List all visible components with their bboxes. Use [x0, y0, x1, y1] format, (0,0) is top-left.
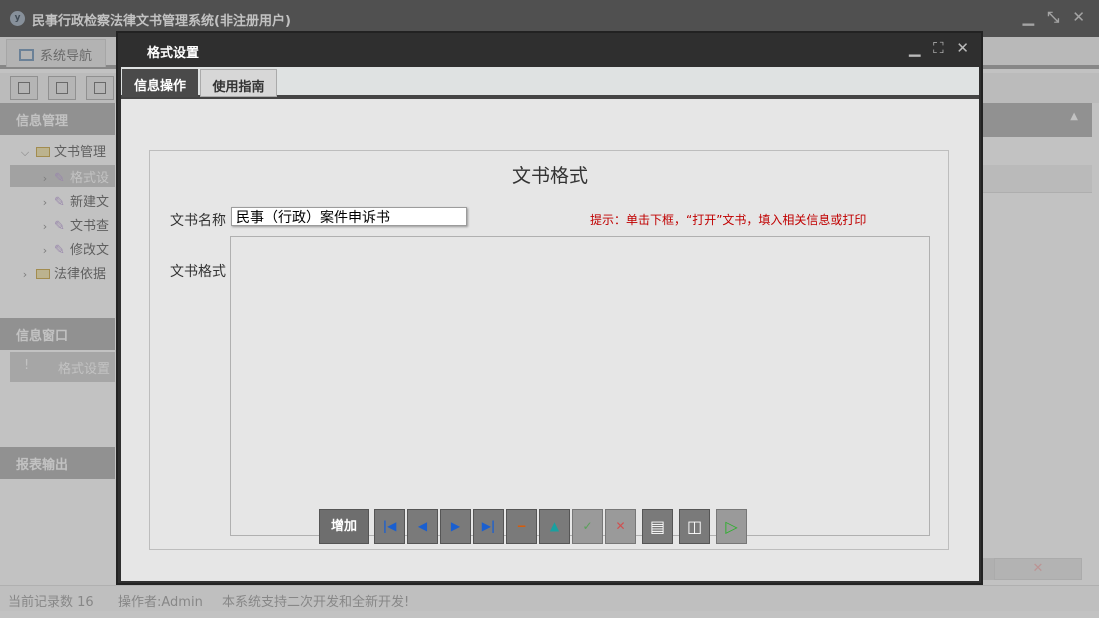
printer-icon: ▤ — [649, 517, 666, 536]
hint-text: 提示：单击下框，“打开”文书，填入相关信息或打印 — [590, 213, 867, 227]
doc-name-label: 文书名称 — [170, 213, 226, 229]
next-record-button[interactable]: ▶ — [440, 509, 471, 544]
tab-info-operations[interactable]: 信息操作 — [122, 69, 198, 97]
first-record-icon: |◀ — [382, 519, 397, 533]
dialog-window-controls[interactable]: ▁ ⛶ ✕ — [909, 39, 973, 57]
doc-name-input[interactable] — [231, 207, 467, 226]
form-heading: 文书格式 — [511, 165, 588, 187]
close-icon: ✕ — [615, 519, 626, 533]
doc-format-form: 文书格式 文书名称 提示：单击下框，“打开”文书，填入相关信息或打印 文书格式 — [149, 150, 949, 550]
last-record-icon: ▶| — [481, 519, 496, 533]
minus-icon: − — [516, 519, 527, 533]
dialog-tabs: 信息操作 使用指南 — [121, 67, 979, 99]
preview-icon: ◫ — [686, 517, 703, 536]
last-record-button[interactable]: ▶| — [473, 509, 504, 544]
next-record-icon: ▶ — [450, 519, 461, 533]
print-button[interactable]: ▤ — [642, 509, 673, 544]
add-button[interactable]: 增加 — [319, 509, 369, 544]
prev-record-icon: ◀ — [417, 519, 428, 533]
format-settings-dialog: 格式设置 ▁ ⛶ ✕ 信息操作 使用指南 文书格式 文书名称 提示：单击下框，“… — [116, 31, 983, 585]
confirm-button[interactable]: ✓ — [572, 509, 603, 544]
tab-user-guide[interactable]: 使用指南 — [200, 69, 277, 97]
run-button[interactable]: ▷ — [716, 509, 747, 544]
dialog-title: 格式设置 — [147, 46, 200, 61]
doc-format-label: 文书格式 — [170, 264, 226, 280]
doc-format-editor[interactable] — [230, 236, 930, 536]
cancel-button[interactable]: ✕ — [605, 509, 636, 544]
check-icon: ✓ — [582, 519, 593, 533]
first-record-button[interactable]: |◀ — [374, 509, 405, 544]
delete-record-button[interactable]: − — [506, 509, 537, 544]
triangle-up-icon: ▲ — [549, 519, 560, 533]
print-preview-button[interactable]: ◫ — [679, 509, 710, 544]
edit-record-button[interactable]: ▲ — [539, 509, 570, 544]
play-icon: ▷ — [725, 517, 738, 536]
prev-record-button[interactable]: ◀ — [407, 509, 438, 544]
dialog-body: 信息操作 使用指南 文书格式 文书名称 提示：单击下框，“打开”文书，填入相关信… — [121, 67, 979, 581]
